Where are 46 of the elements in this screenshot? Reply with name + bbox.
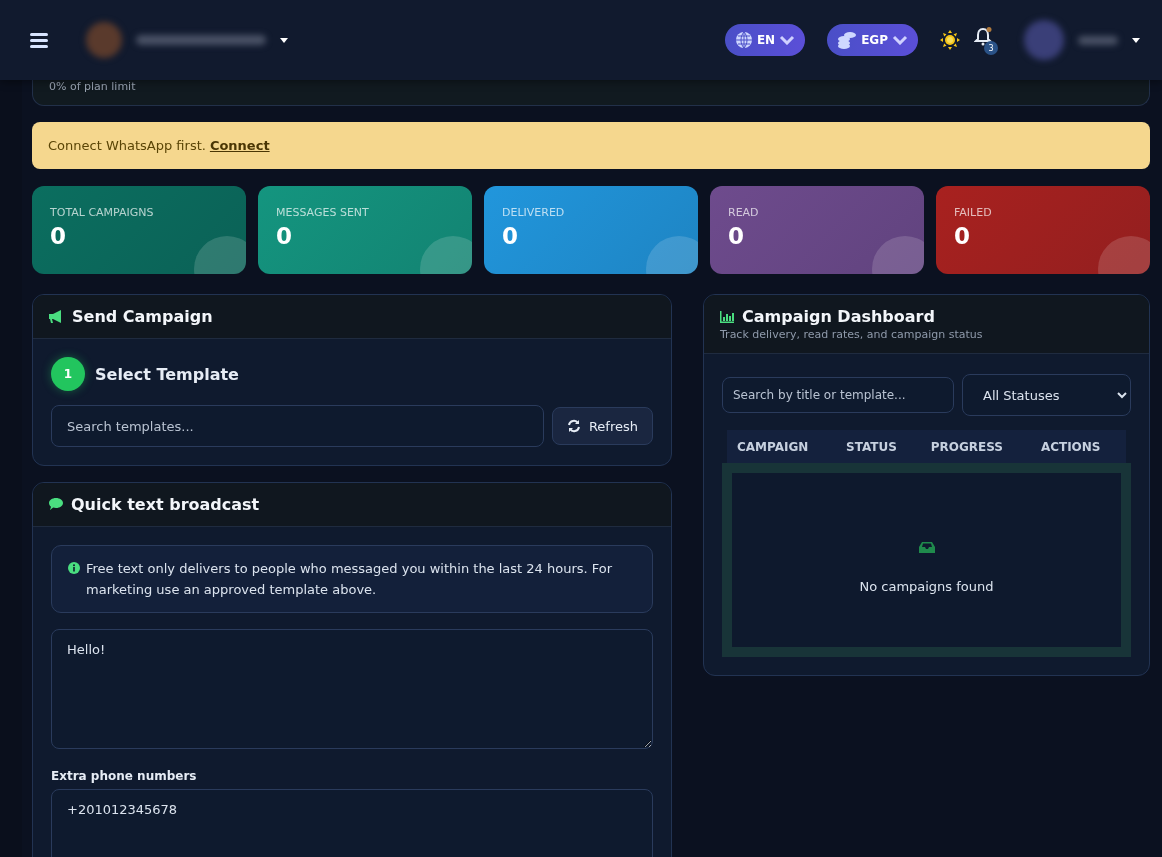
notification-badge: 3 <box>984 41 998 55</box>
card-title: Quick text broadcast <box>71 495 260 514</box>
usage-caption: 0% of plan limit <box>49 80 136 93</box>
caret-icon[interactable] <box>1132 37 1140 43</box>
blurred-name <box>1078 35 1118 45</box>
alert-text: Connect WhatsApp first. <box>48 138 206 153</box>
chat-bubble-icon <box>49 498 63 511</box>
refresh-button[interactable]: Refresh <box>551 407 653 445</box>
step-title: Select Template <box>95 364 239 384</box>
globe-icon <box>734 31 753 49</box>
field-label: Extra phone numbers <box>51 769 197 783</box>
language-selector[interactable]: EN <box>724 24 806 56</box>
stat-value: 0 <box>50 223 66 249</box>
stat-label: MESSAGES SENT <box>276 206 369 219</box>
search-field[interactable]: Search templates... <box>51 405 544 447</box>
card-subtitle: Track delivery, read rates, and campaign status <box>720 328 984 341</box>
caret-icon[interactable] <box>280 37 288 43</box>
menu-icon[interactable] <box>30 32 48 48</box>
bar-chart-icon <box>720 310 734 323</box>
stat-value: 0 <box>276 223 292 249</box>
currency-selector[interactable]: EGP <box>827 24 918 56</box>
search-field[interactable]: Search by title or template... <box>722 377 954 413</box>
inbox-icon <box>918 542 935 553</box>
step-number: 1 <box>51 357 85 391</box>
message-field[interactable]: Hello! <box>51 629 653 749</box>
card-title: Campaign Dashboard <box>742 307 935 326</box>
card-title: Send Campaign <box>72 307 213 326</box>
coins-icon <box>837 31 858 49</box>
info-text: Free text only delivers to people who messaged you within the last 24 hours. For marketing use an approved template above. <box>86 560 614 599</box>
stat-label: READ <box>728 206 759 219</box>
empty-message: No campaigns found <box>859 579 994 594</box>
stat-label: TOTAL CAMPAIGNS <box>50 206 154 219</box>
stat-value: 0 <box>728 223 744 249</box>
sun-icon[interactable] <box>940 30 960 50</box>
stat-label: FAILED <box>954 206 992 219</box>
phone-numbers-field[interactable]: +201012345678 <box>51 789 653 857</box>
chevron-down-icon <box>892 35 908 45</box>
stat-value: 0 <box>954 223 970 249</box>
stat-value: 0 <box>502 223 518 249</box>
stat-label: DELIVERED <box>502 206 565 219</box>
chevron-down-icon <box>779 35 796 45</box>
refresh-icon <box>566 419 581 433</box>
status-dropdown[interactable]: All Statuses <box>962 374 1131 416</box>
connect-link[interactable]: Connect <box>209 138 270 153</box>
megaphone-icon <box>49 310 64 323</box>
info-icon <box>68 562 80 574</box>
